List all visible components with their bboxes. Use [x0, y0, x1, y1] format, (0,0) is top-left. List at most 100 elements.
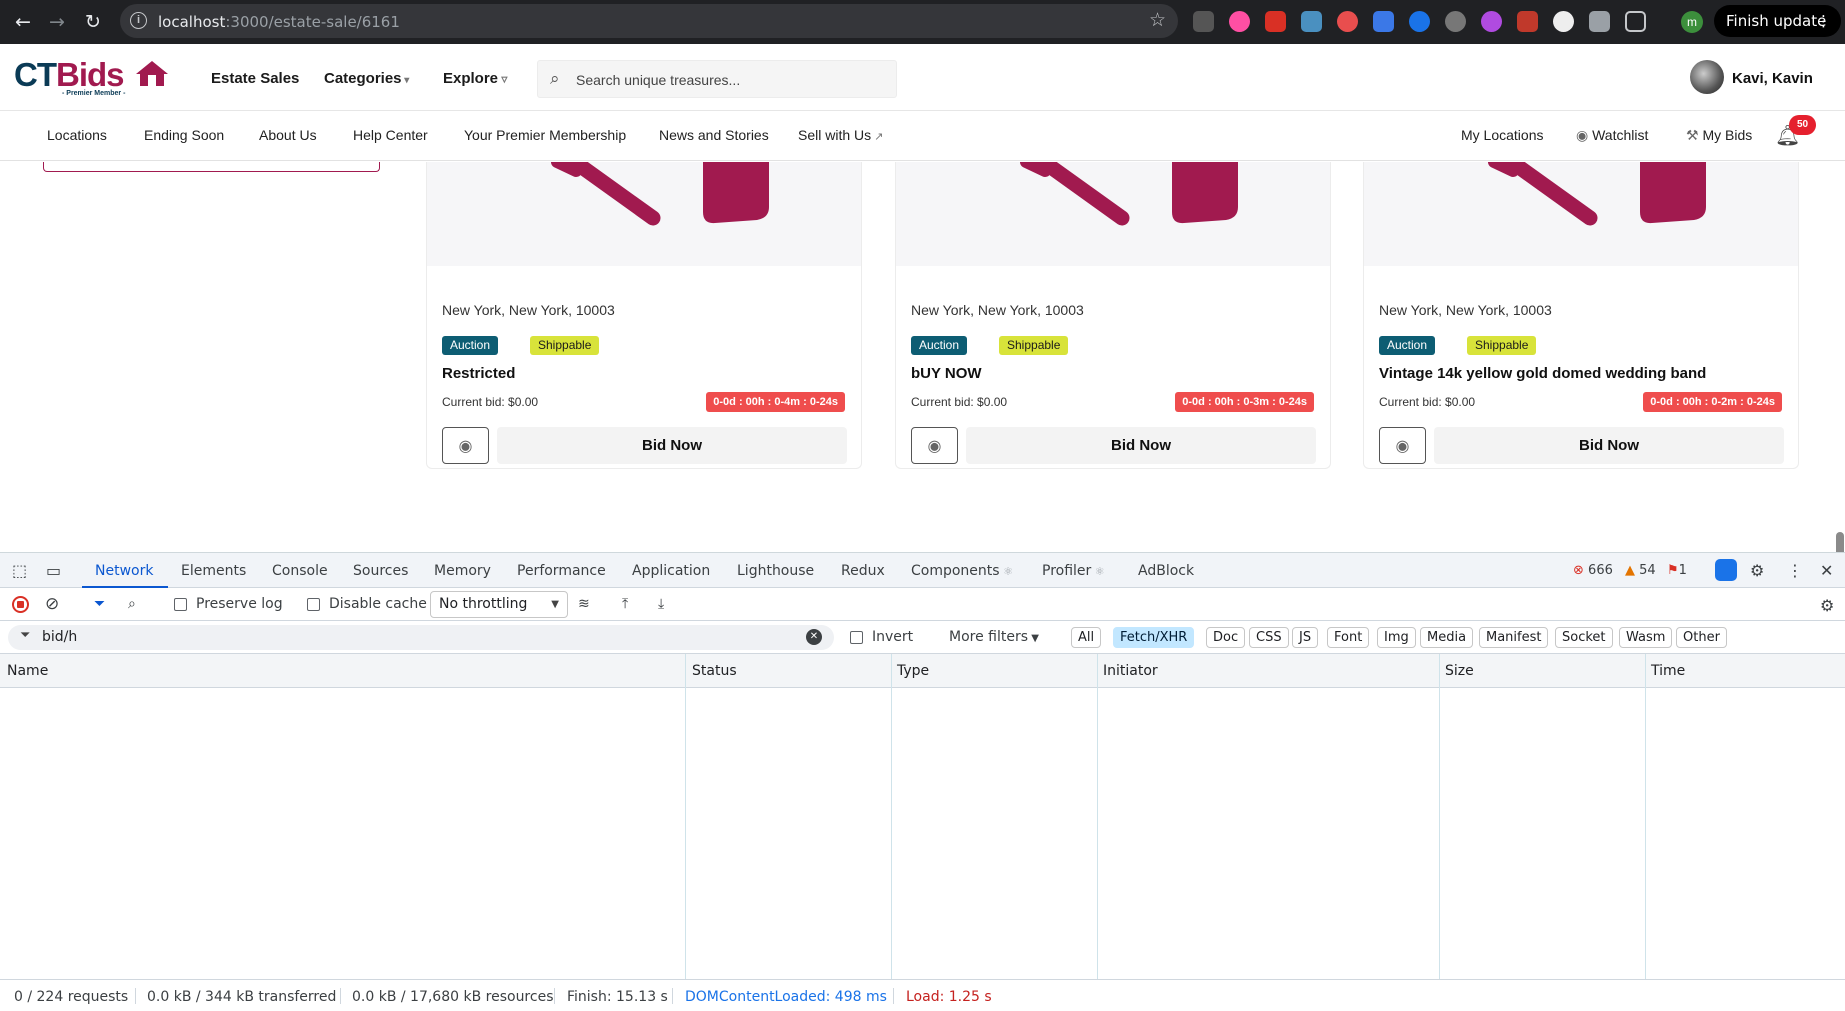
column-status[interactable]: Status: [692, 663, 737, 679]
tab-lighthouse[interactable]: Lighthouse: [737, 563, 814, 579]
user-avatar[interactable]: [1690, 60, 1724, 94]
tab-profiler[interactable]: Profiler ⚛: [1042, 563, 1105, 579]
filter-input[interactable]: ⏷ bid/h ✕: [8, 625, 834, 650]
filter-icon[interactable]: ⏷: [94, 596, 105, 612]
column-type[interactable]: Type: [897, 663, 929, 679]
lot-image[interactable]: [896, 162, 1330, 266]
address-bar[interactable]: i localhost:3000/estate-sale/6161 ☆: [120, 4, 1178, 38]
nav-estate-sales[interactable]: Estate Sales: [211, 70, 299, 87]
issue-count[interactable]: ⚑1: [1667, 563, 1687, 578]
filter-chip-manifest[interactable]: Manifest: [1479, 627, 1549, 648]
filter-chip-css[interactable]: CSS: [1249, 627, 1289, 648]
extension-icon[interactable]: [1193, 11, 1214, 32]
filter-chip-font[interactable]: Font: [1327, 627, 1370, 648]
tab-sources[interactable]: Sources: [353, 563, 408, 579]
site-info-icon[interactable]: i: [130, 12, 147, 29]
tab-memory[interactable]: Memory: [434, 563, 491, 579]
filter-chip-img[interactable]: Img: [1377, 627, 1416, 648]
filter-chip-all[interactable]: All: [1071, 627, 1102, 648]
page-scrollbar[interactable]: [1836, 532, 1844, 552]
extension-icon[interactable]: [1265, 11, 1286, 32]
subnav-premier-membership[interactable]: Your Premier Membership: [464, 127, 626, 143]
nav-explore[interactable]: Explore ▿: [443, 70, 507, 87]
more-options-icon[interactable]: ⋮: [1787, 561, 1803, 580]
filter-chip-fetch-xhr[interactable]: Fetch/XHR: [1113, 627, 1195, 648]
lot-title[interactable]: Vintage 14k yellow gold domed wedding ba…: [1379, 365, 1706, 382]
puzzle-extension-icon[interactable]: [1373, 11, 1394, 32]
extension-icon[interactable]: [1301, 11, 1322, 32]
column-name[interactable]: Name: [7, 663, 48, 679]
column-initiator[interactable]: Initiator: [1103, 663, 1158, 679]
bookmark-star-icon[interactable]: ☆: [1149, 9, 1166, 31]
filter-chip-media[interactable]: Media: [1420, 627, 1474, 648]
extension-panel-icon[interactable]: [1715, 559, 1737, 581]
filter-chip-other[interactable]: Other: [1676, 627, 1727, 648]
subnav-my-locations[interactable]: My Locations: [1461, 127, 1543, 143]
lot-title[interactable]: bUY NOW: [911, 365, 982, 382]
throttling-select[interactable]: No throttling ▼: [430, 591, 568, 618]
close-devtools-icon[interactable]: ✕: [1820, 561, 1833, 580]
extension-icon[interactable]: [1445, 11, 1466, 32]
back-icon[interactable]: ←: [10, 9, 36, 35]
more-filters-dropdown[interactable]: More filters ▼: [949, 629, 1039, 645]
clear-filter-icon[interactable]: ✕: [806, 629, 822, 645]
filter-chip-js[interactable]: JS: [1292, 627, 1319, 648]
extensions-menu-icon[interactable]: [1625, 11, 1646, 32]
lot-card[interactable]: New York, New York, 10003 Auction Shippa…: [1363, 162, 1799, 469]
subnav-my-bids[interactable]: ⚒ My Bids: [1686, 127, 1752, 144]
extension-icon[interactable]: [1481, 11, 1502, 32]
extension-icon[interactable]: [1337, 11, 1358, 32]
subnav-about-us[interactable]: About Us: [259, 127, 317, 143]
subnav-sell-with-us[interactable]: Sell with Us ↗: [798, 127, 883, 143]
lot-card[interactable]: New York, New York, 10003 Auction Shippa…: [895, 162, 1331, 469]
nav-categories[interactable]: Categories ▾: [324, 70, 409, 87]
tab-network[interactable]: Network: [95, 563, 153, 579]
tab-elements[interactable]: Elements: [181, 563, 246, 579]
warning-count[interactable]: ▲ 54: [1625, 563, 1656, 578]
disable-cache-checkbox[interactable]: [307, 598, 320, 611]
lot-card[interactable]: New York, New York, 10003 Auction Shippa…: [426, 162, 862, 469]
clear-log-icon[interactable]: ⊘: [45, 594, 59, 614]
filter-chip-doc[interactable]: Doc: [1206, 627, 1246, 648]
record-stop-icon[interactable]: [12, 596, 29, 613]
error-count[interactable]: ⊗ 666: [1573, 563, 1613, 578]
subnav-news-and-stories[interactable]: News and Stories: [659, 127, 769, 143]
column-time[interactable]: Time: [1651, 663, 1685, 679]
invert-checkbox[interactable]: [850, 631, 863, 644]
request-table-body[interactable]: [0, 688, 1845, 979]
import-har-icon[interactable]: ⤒: [622, 596, 628, 612]
watch-button[interactable]: ◉: [1379, 427, 1426, 464]
lot-title[interactable]: Restricted: [442, 365, 515, 382]
reload-icon[interactable]: ↻: [80, 9, 106, 35]
export-har-icon[interactable]: ⤓: [658, 596, 664, 612]
column-size[interactable]: Size: [1445, 663, 1474, 679]
bid-now-button[interactable]: Bid Now: [1434, 427, 1784, 464]
tab-components[interactable]: Components ⚛: [911, 563, 1013, 579]
lot-image[interactable]: [427, 162, 861, 266]
tab-application[interactable]: Application: [632, 563, 710, 579]
search-input[interactable]: ⌕ Search unique treasures...: [537, 60, 897, 98]
bid-now-button[interactable]: Bid Now: [497, 427, 847, 464]
device-toolbar-icon[interactable]: ▭: [46, 561, 61, 580]
watch-button[interactable]: ◉: [442, 427, 489, 464]
subnav-ending-soon[interactable]: Ending Soon: [144, 127, 224, 143]
network-conditions-icon[interactable]: ≋: [578, 596, 590, 612]
extension-icon[interactable]: [1517, 11, 1538, 32]
tab-adblock[interactable]: AdBlock: [1138, 563, 1194, 579]
lot-image[interactable]: [1364, 162, 1798, 266]
forward-icon[interactable]: →: [44, 9, 70, 35]
watch-button[interactable]: ◉: [911, 427, 958, 464]
subnav-locations[interactable]: Locations: [47, 127, 107, 143]
camera-icon[interactable]: [1589, 11, 1610, 32]
more-icon[interactable]: ⋮: [1816, 5, 1831, 37]
extension-icon[interactable]: [1409, 11, 1430, 32]
tab-performance[interactable]: Performance: [517, 563, 606, 579]
filter-chip-socket[interactable]: Socket: [1555, 627, 1613, 648]
search-icon[interactable]: ⌕: [128, 596, 136, 612]
subnav-watchlist[interactable]: ◉ Watchlist: [1576, 127, 1648, 144]
subnav-help-center[interactable]: Help Center: [353, 127, 428, 143]
user-name[interactable]: Kavi, Kavin: [1732, 70, 1813, 87]
tab-redux[interactable]: Redux: [841, 563, 885, 579]
extension-icon[interactable]: [1553, 11, 1574, 32]
tab-console[interactable]: Console: [272, 563, 328, 579]
